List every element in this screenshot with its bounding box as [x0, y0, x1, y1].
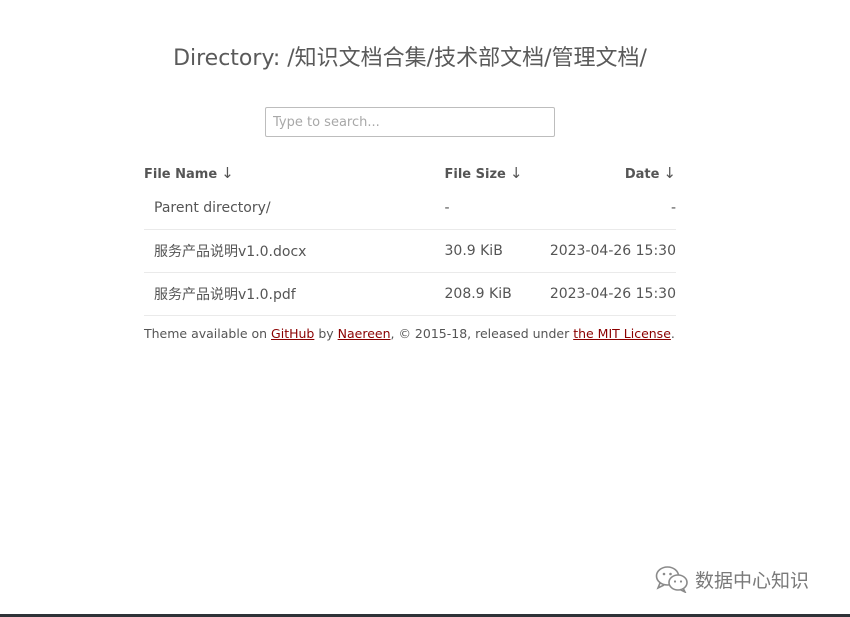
- sort-by-name-link[interactable]: File Name ↓: [144, 164, 234, 182]
- sort-arrow-icon: ↓: [221, 164, 234, 182]
- column-label-date: Date: [624, 167, 660, 182]
- license-link[interactable]: the MIT License: [573, 326, 671, 341]
- watermark-text: 数据中心知识: [695, 569, 810, 592]
- author-link[interactable]: Naereen: [338, 326, 391, 341]
- file-listing: File Name ↓ File Size ↓ Date ↓ Parent direc…: [144, 160, 676, 316]
- sort-by-date-link[interactable]: Date ↓: [624, 164, 676, 182]
- file-size-cell: 208.9 KiB: [444, 272, 550, 316]
- file-name-cell[interactable]: Parent directory/: [144, 186, 445, 230]
- footer-text: Theme available on: [144, 326, 272, 341]
- footer: Theme available on GitHub by Naereen, © …: [144, 326, 675, 341]
- table-row-parent-directory[interactable]: Parent directory/ - -: [144, 186, 676, 230]
- page-title: Directory: /知识文档合集/技术部文档/管理文档/: [173, 46, 647, 71]
- footer-text: by: [314, 326, 338, 341]
- column-header-date[interactable]: Date ↓: [550, 160, 676, 186]
- watermark: 数据中心知识: [655, 565, 809, 593]
- footer-text: .: [670, 326, 675, 341]
- file-name-cell[interactable]: 服务产品说明v1.0.pdf: [144, 272, 445, 316]
- file-date-cell: 2023-04-26 15:30: [549, 272, 676, 316]
- github-link[interactable]: GitHub: [271, 326, 314, 341]
- column-label-file-size: File Size: [444, 167, 506, 182]
- column-header-file-name[interactable]: File Name ↓: [144, 160, 445, 186]
- directory-listing-page: Directory: /知识文档合集/技术部文档/管理文档/ File Name…: [0, 0, 850, 617]
- footer-text: , © 2015-18, released under: [390, 326, 574, 341]
- search-box: [265, 107, 555, 137]
- file-size-cell: 30.9 KiB: [444, 229, 550, 273]
- table-row[interactable]: 服务产品说明v1.0.docx 30.9 KiB 2023-04-26 15:3…: [144, 229, 676, 273]
- search-input[interactable]: [265, 107, 555, 137]
- table-row[interactable]: 服务产品说明v1.0.pdf 208.9 KiB 2023-04-26 15:3…: [144, 272, 676, 316]
- file-name-cell[interactable]: 服务产品说明v1.0.docx: [144, 229, 445, 273]
- column-header-file-size[interactable]: File Size ↓: [445, 160, 550, 186]
- wechat-icon: [655, 566, 688, 593]
- sort-arrow-icon: ↓: [663, 164, 676, 182]
- file-table: File Name ↓ File Size ↓ Date ↓ Parent direc…: [144, 160, 676, 316]
- table-header-row: File Name ↓ File Size ↓ Date ↓: [144, 160, 676, 186]
- file-size-cell: -: [444, 186, 550, 230]
- column-label-file-name: File Name: [144, 167, 218, 182]
- file-date-cell: 2023-04-26 15:30: [549, 229, 676, 273]
- sort-by-size-link[interactable]: File Size ↓: [444, 164, 523, 182]
- sort-arrow-icon: ↓: [509, 164, 523, 182]
- file-date-cell: -: [549, 186, 676, 230]
